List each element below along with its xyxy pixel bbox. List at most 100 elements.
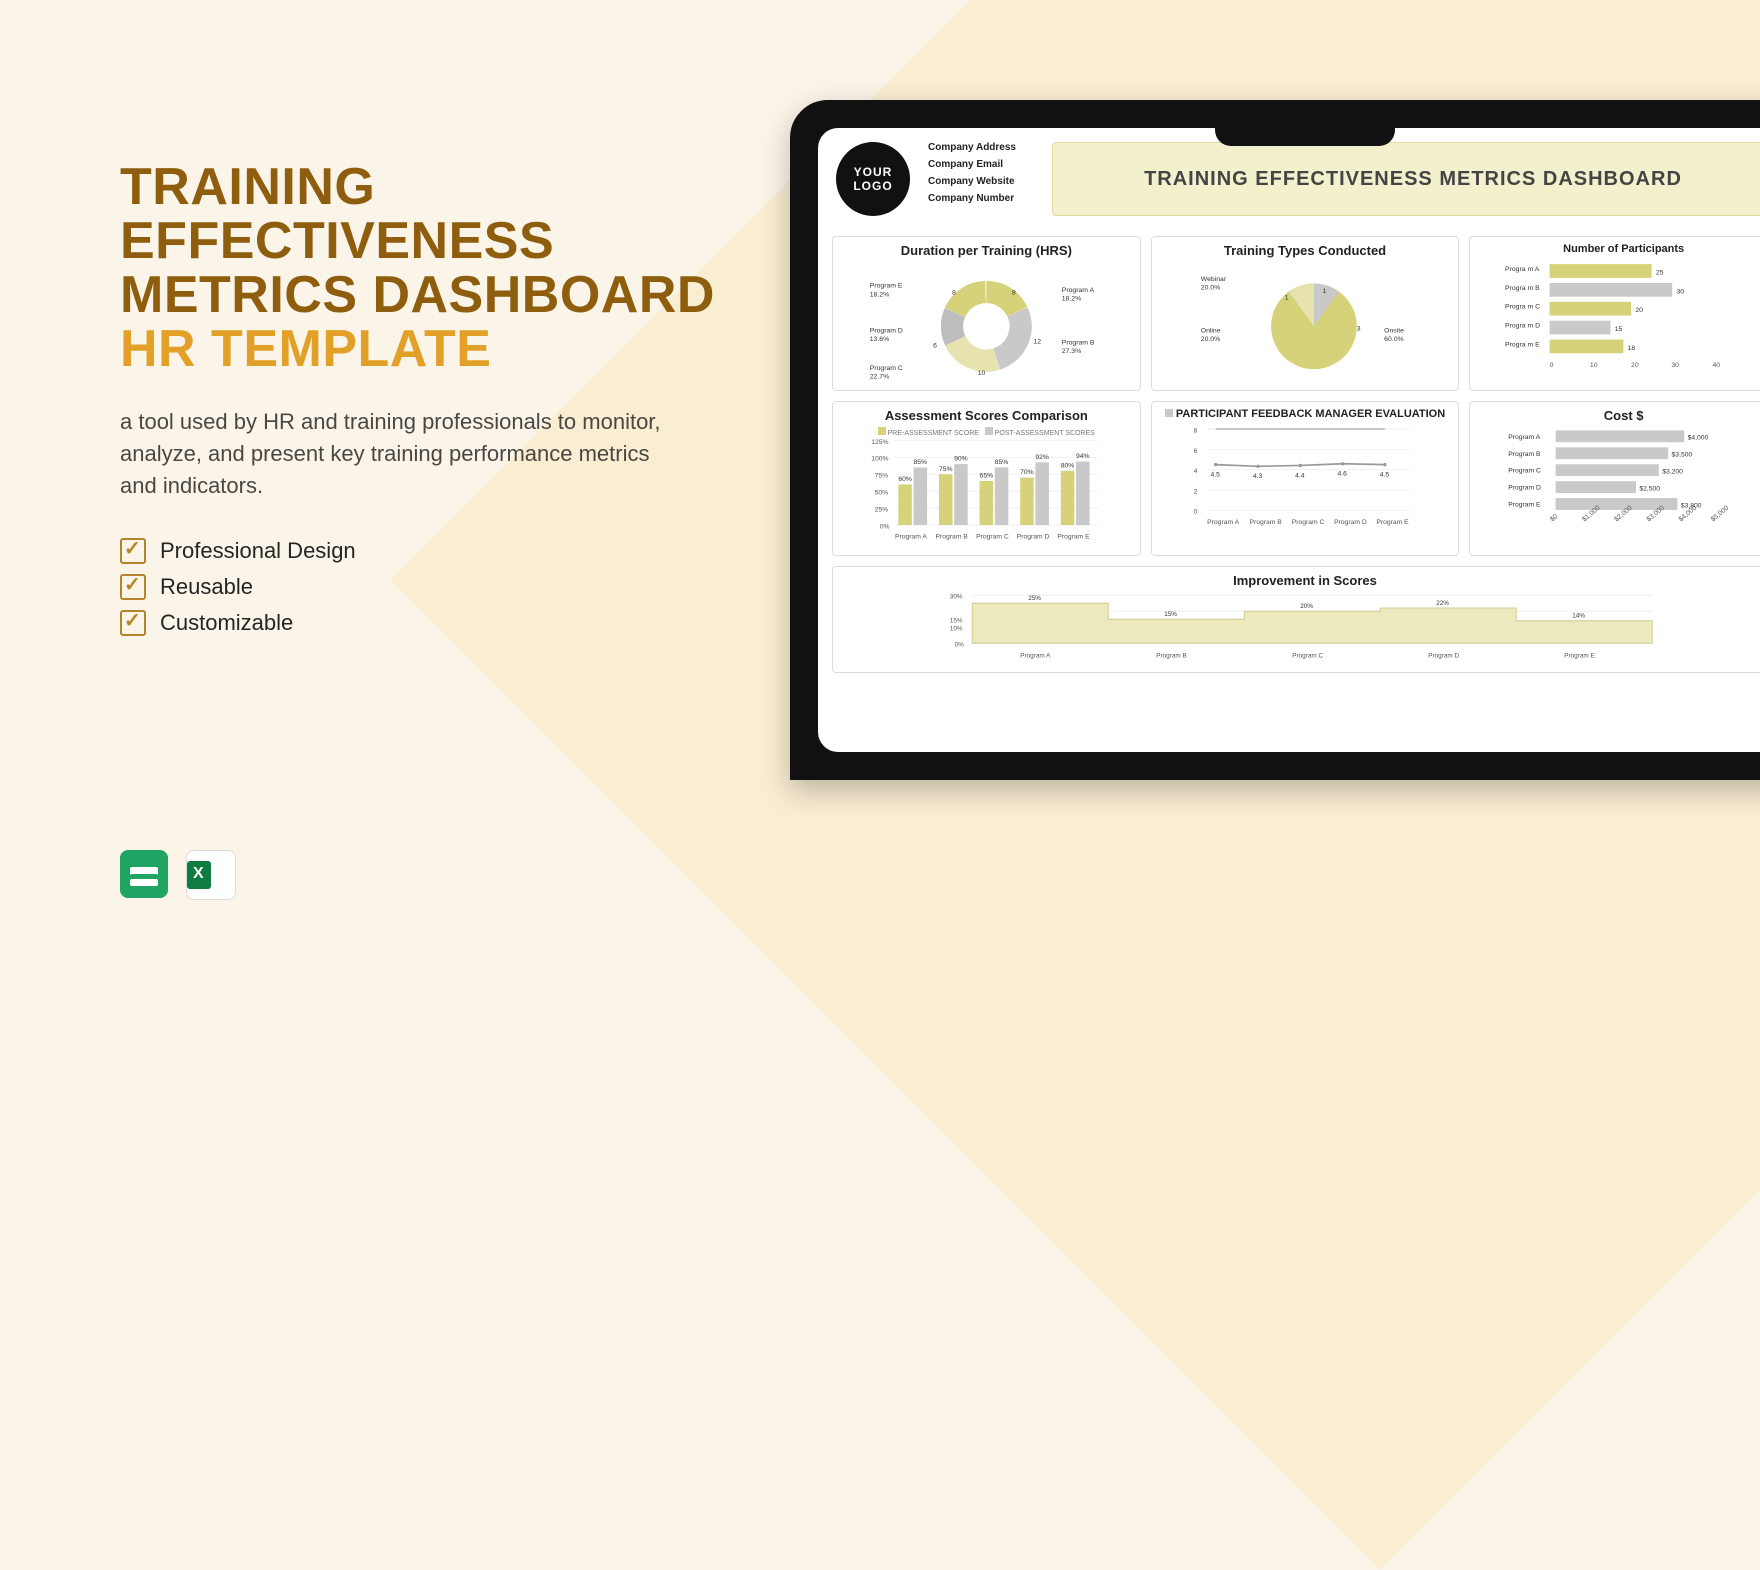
- svg-text:60%: 60%: [898, 476, 912, 483]
- svg-text:18.2%: 18.2%: [1062, 296, 1081, 303]
- card-types: Training Types Conducted 3 1 1 Onsite 60…: [1151, 236, 1460, 391]
- card-duration: Duration per Training (HRS) 8 12: [832, 236, 1141, 391]
- svg-text:2: 2: [1193, 488, 1197, 495]
- svg-text:20.0%: 20.0%: [1200, 284, 1219, 291]
- svg-text:Program A: Program A: [895, 534, 927, 541]
- svg-text:$3,200: $3,200: [1663, 469, 1684, 476]
- headline-sub: HR TEMPLATE: [120, 320, 491, 378]
- svg-text:8: 8: [1012, 290, 1016, 297]
- svg-text:Progra m E: Progra m E: [1505, 341, 1540, 348]
- svg-text:Program A: Program A: [1509, 434, 1541, 441]
- card-title: Improvement in Scores: [841, 573, 1760, 588]
- meta-number: Company Number: [928, 193, 1016, 204]
- svg-text:14%: 14%: [1572, 613, 1585, 620]
- svg-text:94%: 94%: [1076, 453, 1090, 460]
- svg-text:65%: 65%: [980, 473, 994, 480]
- svg-text:8: 8: [1193, 427, 1197, 434]
- svg-text:$2,500: $2,500: [1640, 485, 1661, 492]
- headline-main: TRAINING EFFECTIVENESS METRICS DASHBOARD: [120, 158, 715, 324]
- svg-text:20%: 20%: [1300, 603, 1313, 610]
- svg-text:27.3%: 27.3%: [1062, 348, 1081, 355]
- svg-text:Program B: Program B: [1156, 653, 1187, 660]
- svg-text:1: 1: [1284, 295, 1288, 302]
- svg-text:Program C: Program C: [1292, 653, 1323, 660]
- svg-text:4.5: 4.5: [1379, 471, 1389, 478]
- svg-text:30: 30: [1677, 288, 1685, 295]
- svg-text:Progra m D: Progra m D: [1505, 323, 1540, 330]
- card-title: Assessment Scores Comparison: [841, 408, 1132, 423]
- svg-text:Program D: Program D: [870, 327, 903, 334]
- card-title: Training Types Conducted: [1160, 243, 1451, 258]
- svg-text:Program A: Program A: [1207, 519, 1239, 526]
- svg-text:4.6: 4.6: [1337, 471, 1347, 478]
- svg-text:Program C: Program C: [870, 365, 903, 372]
- svg-text:10: 10: [978, 370, 986, 377]
- svg-text:Program D: Program D: [1334, 519, 1367, 526]
- logo-placeholder: YOUR LOGO: [836, 142, 910, 216]
- svg-text:70%: 70%: [1020, 469, 1034, 476]
- svg-text:1: 1: [1322, 288, 1326, 295]
- svg-text:15%: 15%: [1164, 611, 1177, 618]
- svg-text:60.0%: 60.0%: [1384, 336, 1403, 343]
- dashboard-screen: YOUR LOGO Company Address Company Email …: [818, 128, 1760, 752]
- svg-text:Webinar: Webinar: [1200, 276, 1226, 283]
- svg-text:Program C: Program C: [1509, 468, 1542, 475]
- svg-text:85%: 85%: [995, 459, 1009, 466]
- check-icon: [120, 574, 146, 600]
- bullet-label: Professional Design: [160, 538, 356, 564]
- svg-text:12: 12: [1033, 338, 1041, 345]
- svg-text:18.2%: 18.2%: [870, 291, 889, 298]
- svg-text:15: 15: [1615, 326, 1623, 333]
- svg-text:$0: $0: [1549, 513, 1559, 523]
- bar-assessment: 125%100%75%50%25%0% 60% 85% 75% 90%: [841, 437, 1132, 547]
- svg-text:0: 0: [1193, 509, 1197, 516]
- svg-text:Progra m B: Progra m B: [1505, 285, 1540, 292]
- svg-text:125%: 125%: [871, 439, 888, 446]
- bullet-label: Reusable: [160, 574, 253, 600]
- bullet-row: Reusable: [120, 574, 740, 600]
- chart-grid: Duration per Training (HRS) 8 12: [818, 236, 1760, 673]
- svg-text:75%: 75%: [875, 473, 889, 480]
- legend-post: POST-ASSESSMENT SCORES: [995, 430, 1095, 437]
- meta-address: Company Address: [928, 142, 1016, 153]
- svg-text:100%: 100%: [871, 456, 888, 463]
- laptop-notch: [1215, 120, 1395, 146]
- svg-text:0%: 0%: [955, 641, 965, 648]
- area-improvement: 30%15%10%0% 25% 15% 20% 22% 14% Program …: [841, 592, 1760, 664]
- bullet-row: Professional Design: [120, 538, 740, 564]
- svg-text:25: 25: [1656, 269, 1664, 276]
- page-number: [2]: [818, 222, 1760, 236]
- svg-text:13.6%: 13.6%: [870, 336, 889, 343]
- card-title: Duration per Training (HRS): [841, 243, 1132, 258]
- svg-text:20: 20: [1631, 362, 1639, 369]
- svg-text:3: 3: [1356, 326, 1360, 333]
- svg-text:18: 18: [1628, 345, 1636, 352]
- svg-text:22.7%: 22.7%: [870, 374, 889, 381]
- check-icon: [120, 610, 146, 636]
- svg-text:10: 10: [1590, 362, 1598, 369]
- card-assessment: Assessment Scores Comparison PRE-ASSESSM…: [832, 401, 1141, 556]
- google-sheets-icon: [120, 850, 168, 898]
- svg-text:Progra m A: Progra m A: [1505, 266, 1540, 273]
- svg-text:15%: 15%: [950, 617, 963, 624]
- card-participants: Number of Participants 25 30 20 15 18 01…: [1469, 236, 1760, 391]
- svg-text:Program A: Program A: [1062, 287, 1095, 294]
- pie-types: 3 1 1 Onsite 60.0% Online 20.0% Webinar …: [1160, 262, 1451, 382]
- laptop-mockup: YOUR LOGO Company Address Company Email …: [790, 100, 1760, 1140]
- svg-text:Progra m C: Progra m C: [1505, 304, 1540, 311]
- dashboard-title: TRAINING EFFECTIVENESS METRICS DASHBOARD: [1052, 142, 1760, 216]
- svg-text:Program C: Program C: [1291, 519, 1324, 526]
- svg-text:Program E: Program E: [1057, 534, 1090, 541]
- card-improvement: Improvement in Scores 30%15%10%0% 25% 15…: [832, 566, 1760, 673]
- promo-bullets: Professional Design Reusable Customizabl…: [120, 538, 740, 636]
- svg-text:6: 6: [1193, 448, 1197, 455]
- svg-text:Program E: Program E: [870, 283, 903, 290]
- svg-text:4: 4: [1193, 468, 1197, 475]
- svg-text:Program D: Program D: [1509, 485, 1542, 492]
- svg-text:$4,000: $4,000: [1688, 435, 1709, 442]
- svg-text:Program E: Program E: [1376, 519, 1409, 526]
- svg-text:Onsite: Onsite: [1384, 327, 1404, 334]
- svg-text:20.0%: 20.0%: [1200, 336, 1219, 343]
- svg-text:22%: 22%: [1436, 600, 1449, 607]
- company-meta: Company Address Company Email Company We…: [928, 142, 1016, 216]
